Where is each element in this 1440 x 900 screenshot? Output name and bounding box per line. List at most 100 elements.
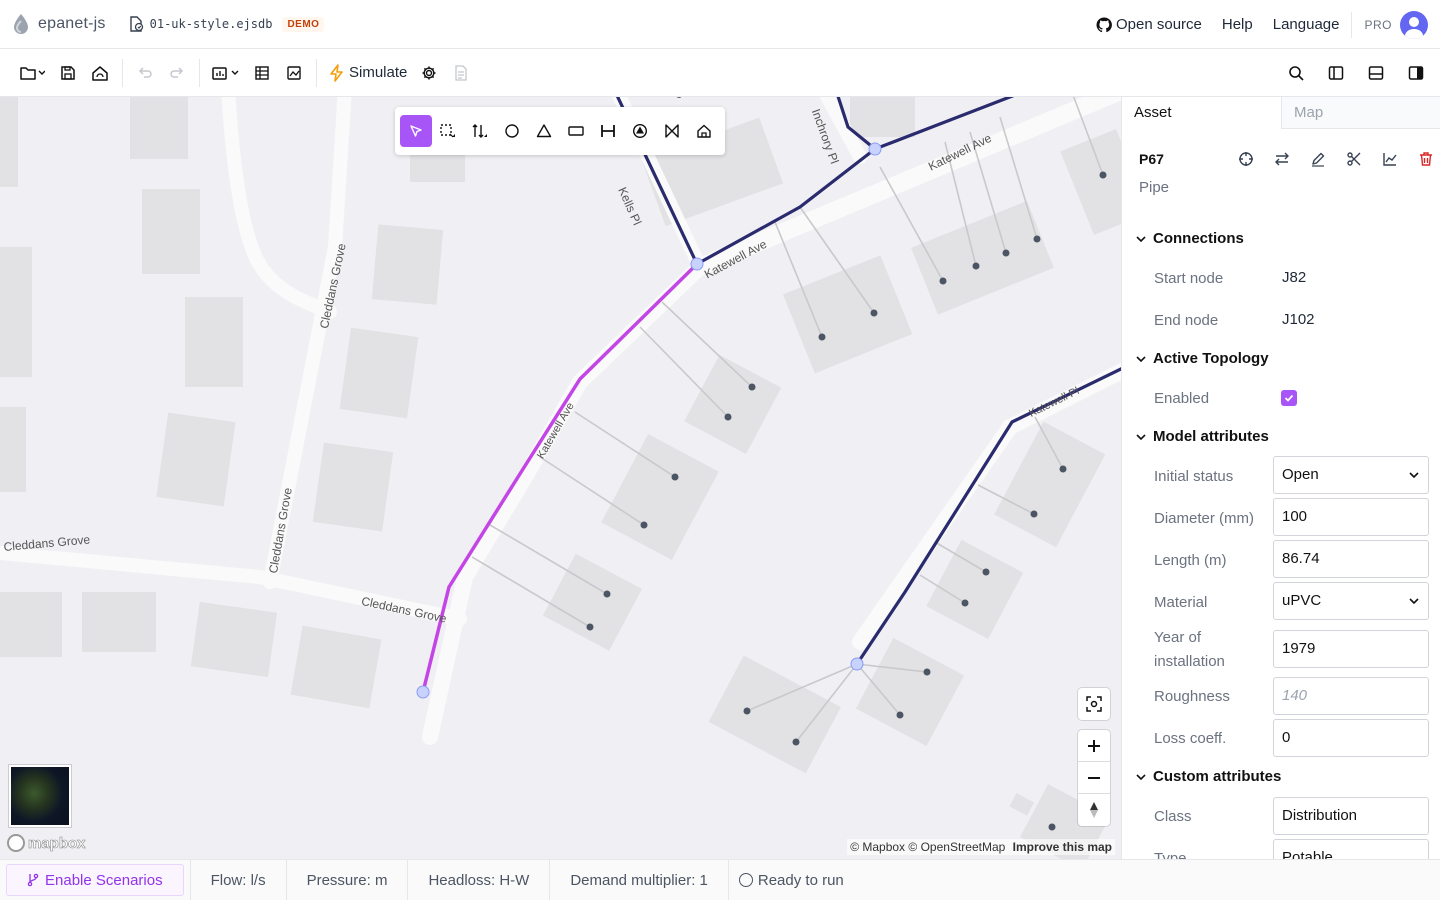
import-menu-button[interactable] — [206, 57, 246, 89]
reverse-pipe-button[interactable] — [1270, 149, 1294, 169]
help-link[interactable]: Help — [1222, 16, 1253, 33]
brand[interactable]: epanet-js — [12, 13, 106, 35]
customer-point-tool-button[interactable] — [688, 115, 720, 147]
toggle-right-panel-button[interactable] — [1400, 57, 1432, 89]
section-active-topology[interactable]: Active Topology — [1135, 350, 1269, 367]
section-connections[interactable]: Connections — [1135, 230, 1244, 247]
open-source-link[interactable]: Open source — [1096, 16, 1202, 33]
headloss-formula[interactable]: Headloss: H-W — [407, 860, 549, 900]
pressure-units[interactable]: Pressure: m — [285, 860, 408, 900]
end-node-value[interactable]: J102 — [1282, 311, 1315, 328]
type-field[interactable]: Potable — [1273, 839, 1429, 859]
junction-node[interactable] — [868, 142, 882, 156]
enable-scenarios-button[interactable]: Enable Scenarios — [6, 864, 184, 896]
language-link[interactable]: Language — [1273, 16, 1340, 33]
customer-point[interactable] — [972, 262, 980, 270]
customer-point[interactable] — [961, 599, 969, 607]
length-field[interactable]: 86.74 — [1273, 540, 1429, 578]
customer-point[interactable] — [1002, 249, 1010, 257]
demand-multiplier[interactable]: Demand multiplier: 1 — [549, 860, 728, 900]
customer-point[interactable] — [586, 623, 594, 631]
customer-point[interactable] — [1030, 510, 1038, 518]
delete-asset-button[interactable] — [1414, 149, 1438, 169]
zoom-to-asset-button[interactable] — [1234, 149, 1258, 169]
split-pipe-button[interactable] — [1342, 149, 1366, 169]
osm-attribution-link[interactable]: © OpenStreetMap — [908, 840, 1005, 854]
chevron-down-icon — [1409, 472, 1419, 479]
edit-asset-button[interactable] — [1306, 149, 1330, 169]
customer-point[interactable] — [870, 309, 878, 317]
customer-point[interactable] — [1048, 823, 1056, 831]
customer-point[interactable] — [896, 711, 904, 719]
redo-button[interactable] — [161, 57, 193, 89]
minimap[interactable] — [9, 765, 71, 827]
customer-point[interactable] — [603, 590, 611, 598]
building — [130, 97, 188, 159]
class-field[interactable]: Distribution — [1273, 797, 1429, 835]
results-view-button[interactable] — [278, 57, 310, 89]
diameter-field[interactable]: 100 — [1273, 498, 1429, 536]
customer-point[interactable] — [676, 97, 682, 98]
asset-chart-button[interactable] — [1378, 149, 1402, 169]
customer-point[interactable] — [939, 277, 947, 285]
locate-button[interactable] — [1078, 688, 1110, 720]
search-button[interactable] — [1280, 57, 1312, 89]
simulate-button[interactable]: Simulate — [329, 63, 407, 82]
table-view-button[interactable] — [246, 57, 278, 89]
mapbox-logo[interactable]: mapbox — [7, 834, 86, 852]
zoom-in-button[interactable] — [1078, 730, 1110, 762]
enabled-label: Enabled — [1154, 390, 1210, 407]
loss-coeff-field[interactable]: 0 — [1273, 719, 1429, 757]
customer-point[interactable] — [982, 568, 990, 576]
junction-tool-button[interactable] — [496, 115, 528, 147]
zoom-out-button[interactable] — [1078, 762, 1110, 794]
initial-status-select[interactable]: Open — [1273, 456, 1429, 494]
tank-tool-button[interactable] — [560, 115, 592, 147]
customer-point[interactable] — [743, 707, 751, 715]
open-folder-button[interactable] — [12, 57, 52, 89]
customer-point[interactable] — [1033, 235, 1041, 243]
customer-point[interactable] — [1059, 465, 1067, 473]
lasso-select-tool-button[interactable] — [432, 115, 464, 147]
pump-tool-button[interactable] — [624, 115, 656, 147]
save-cloud-button[interactable] — [84, 57, 116, 89]
mapbox-attribution-link[interactable]: © Mapbox — [850, 840, 905, 854]
customer-point[interactable] — [792, 738, 800, 746]
report-button[interactable] — [445, 57, 477, 89]
save-button[interactable] — [52, 57, 84, 89]
junction-node[interactable] — [850, 657, 864, 671]
customer-point[interactable] — [818, 333, 826, 341]
material-select[interactable]: uPVC — [1273, 582, 1429, 620]
enabled-checkbox[interactable] — [1281, 390, 1297, 406]
roughness-field[interactable]: 140 — [1273, 677, 1429, 715]
file-indicator[interactable]: 01-uk-style.ejsdb DEMO — [128, 16, 325, 32]
drag-tool-button[interactable] — [464, 115, 496, 147]
tab-map[interactable]: Map — [1281, 97, 1440, 129]
section-model-attributes[interactable]: Model attributes — [1135, 428, 1269, 445]
pipe-tool-button[interactable] — [592, 115, 624, 147]
map-canvas[interactable]: Kells Pl Inchrory Pl Katewell Ave Katewe… — [0, 97, 1121, 859]
compass-button[interactable] — [1078, 794, 1110, 826]
toggle-bottom-panel-button[interactable] — [1360, 57, 1392, 89]
avatar[interactable] — [1400, 10, 1428, 39]
customer-point[interactable] — [923, 668, 931, 676]
tab-asset[interactable]: Asset — [1122, 97, 1281, 129]
toggle-left-panel-button[interactable] — [1320, 57, 1352, 89]
year-installation-field[interactable]: 1979 — [1273, 630, 1429, 668]
flow-units[interactable]: Flow: l/s — [189, 860, 286, 900]
customer-point[interactable] — [640, 521, 648, 529]
simulation-settings-button[interactable] — [413, 57, 445, 89]
junction-node[interactable] — [416, 685, 430, 699]
start-node-value[interactable]: J82 — [1282, 269, 1306, 286]
section-custom-attributes[interactable]: Custom attributes — [1135, 768, 1281, 785]
undo-button[interactable] — [129, 57, 161, 89]
customer-point[interactable] — [724, 413, 732, 421]
customer-point[interactable] — [671, 473, 679, 481]
valve-tool-button[interactable] — [656, 115, 688, 147]
customer-point[interactable] — [1099, 171, 1107, 179]
select-tool-button[interactable] — [400, 115, 432, 147]
improve-map-link[interactable]: Improve this map — [1013, 840, 1112, 854]
customer-point[interactable] — [748, 383, 756, 391]
focus-icon — [1086, 696, 1102, 712]
reservoir-tool-button[interactable] — [528, 115, 560, 147]
